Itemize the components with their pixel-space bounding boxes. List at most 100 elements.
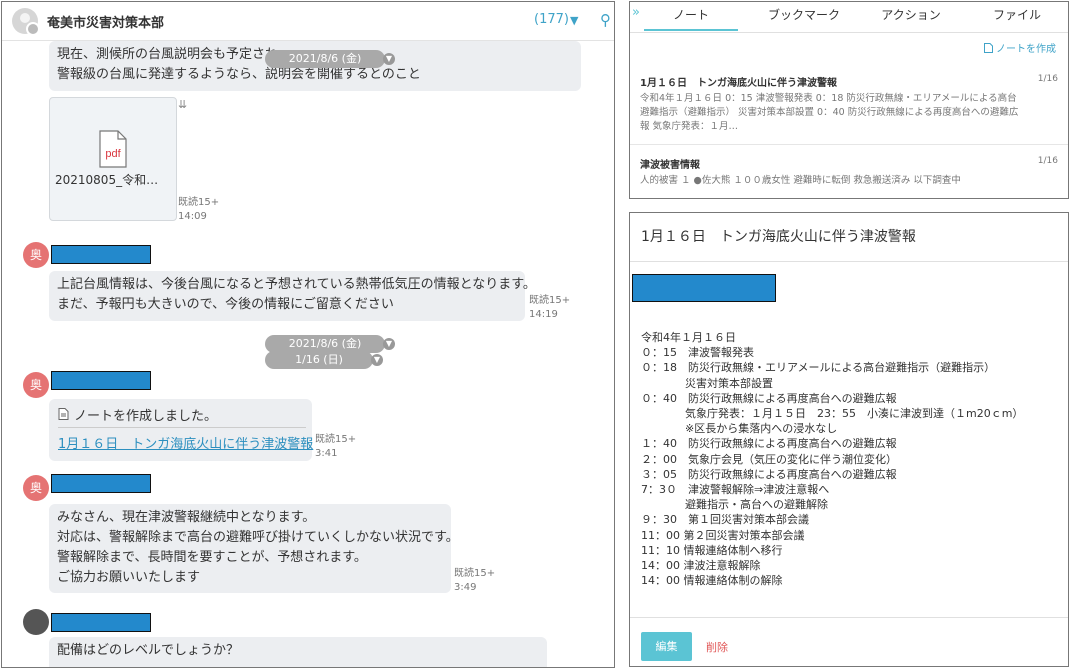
message-time: 14:09 (178, 211, 207, 222)
date-pill[interactable]: 2021/8/6 (金) (265, 50, 385, 68)
redacted-sender-name (51, 613, 151, 632)
pdf-icon-label: pdf (105, 148, 121, 160)
message-text: 配備はどのレベルでしょうか？ (57, 643, 240, 658)
note-detail-line: 11：00 第２回災害対策本部会議 (641, 528, 805, 542)
note-detail-line: ※区長から集落内への浸水なし (641, 422, 838, 436)
message-bubble: みなさん、現在津波警報継続中となります。 対応は、警報解除まで高台の避難呼び掛け… (49, 504, 459, 593)
note-list-item[interactable]: 津波被害情報 1/16 人的被害 １ ●佐大熊 １００歳女性 避難時に転倒 救急… (630, 156, 1068, 188)
note-list-item[interactable]: 1月１６日 トンガ海底火山に伴う津波警報 1/16 令和4年１月１６日 0：15… (630, 74, 1068, 134)
note-message: ノートを作成しました。 1月１６日 トンガ海底火山に伴う津波警報 (49, 399, 313, 461)
note-detail-line: 7：3０ 津波警報解除⇒津波注意報へ (641, 483, 830, 497)
chevron-down-icon[interactable]: ▼ (570, 14, 578, 27)
message-text: 対応は、警報解除まで高台の避難呼び掛けていくしかない状況です。 (57, 530, 459, 545)
read-status: 既読15+ 3:49 (454, 567, 495, 595)
note-detail-line: ９：30 第１回災害対策本部会議 (641, 513, 809, 527)
note-item-text: 報 気象庁発表：１月… (640, 121, 739, 132)
read-count: 既読15+ (454, 568, 496, 579)
note-detail-line: １：40 防災行政無線による再度高台への避難広報 (641, 437, 897, 451)
active-tab-indicator (644, 29, 738, 31)
divider (630, 261, 1068, 262)
message-time: 14:19 (529, 309, 558, 320)
message-time: 3:49 (454, 582, 477, 593)
chevron-down-icon[interactable]: ▼ (383, 338, 395, 350)
note-detail-line: 14：00 津波注意報解除 (641, 559, 761, 573)
note-detail-body: 令和4年１月１６日 ０：15 津波警報発表 ０：18 防災行政無線・エリアメールによ… (641, 330, 1023, 588)
tab-bar: » ノート ブックマーク アクション ファイル (630, 2, 1068, 33)
tab-bookmarks[interactable]: ブックマーク (754, 6, 854, 23)
note-created-text: ノートを作成しました。 (74, 409, 218, 424)
read-status: 既読15+ 14:09 (178, 196, 219, 224)
message-text: ご協力お願いいたします (57, 570, 201, 585)
divider (58, 427, 306, 428)
note-item-body: 人的被害 １ ●佐大熊 １００歳女性 避難時に転倒 救急搬送済み 以下調査中 (640, 174, 1058, 188)
note-item-body: 令和4年１月１６日 0：15 津波警報発表 0：18 防災行政無線・エリアメール… (640, 92, 1058, 134)
note-detail-line: 災害対策本部設置 (641, 376, 773, 390)
collapse-icon[interactable]: » (632, 5, 640, 20)
avatar[interactable]: 奥 (23, 475, 49, 501)
message-text: 上記台風情報は、今後台風になると予想されている熱帯低気圧の情報となります。 (57, 277, 536, 292)
read-count: 既読15+ (178, 197, 220, 208)
note-detail-line: 避難指示・高台への避難解除 (641, 498, 828, 512)
read-status: 既読15+ 3:41 (315, 433, 356, 461)
read-count: 既読15+ (529, 295, 571, 306)
note-detail-line: 気象庁発表：１月１５日 23：55 小湊に津波到達（１m20ｃm） (641, 407, 1024, 421)
search-icon[interactable]: ⚲ (600, 11, 611, 29)
redacted-sender-name (51, 371, 151, 390)
note-detail-line: 令和4年１月１６日 (641, 331, 736, 344)
note-detail-title: 1月１６日 トンガ海底火山に伴う津波警報 (641, 229, 916, 245)
note-icon (983, 43, 993, 53)
notes-panel: » ノート ブックマーク アクション ファイル ノートを作成 1月１６日 トンガ… (629, 1, 1069, 199)
edit-button[interactable]: 編集 (641, 632, 692, 661)
file-name: 20210805_令和… (55, 173, 159, 187)
chat-panel: 奄美市災害対策本部 (177) ▼ ⚲ 現在、測候所の台風説明会も予定され 警報… (1, 1, 615, 668)
avatar[interactable] (23, 609, 49, 635)
redacted-sender-name (51, 474, 151, 493)
note-detail-line: 14：00 情報連絡体制の解除 (641, 574, 783, 588)
note-item-title: 津波被害情報 (640, 160, 700, 171)
note-link[interactable]: 1月１６日 トンガ海底火山に伴う津波警報 (58, 433, 313, 452)
read-status: 既読15+ 14:19 (529, 294, 570, 322)
note-item-text: 避難指示（避難指示） 災害対策本部設置 0：40 防災行政無線による再度高台への… (640, 107, 1019, 118)
tab-files[interactable]: ファイル (970, 6, 1064, 23)
room-avatar[interactable] (12, 8, 40, 36)
chat-header: 奄美市災害対策本部 (177) ▼ ⚲ (2, 2, 614, 41)
avatar[interactable]: 奥 (23, 372, 49, 398)
redacted-sender-name (51, 245, 151, 264)
create-note-label: ノートを作成 (996, 44, 1056, 55)
file-attachment[interactable]: pdf 20210805_令和… (49, 97, 177, 221)
message-text: まだ、予報円も大きいので、今後の情報にご留意ください (57, 297, 394, 312)
date-pill[interactable]: 1/16 (日) (265, 351, 373, 369)
chevron-down-icon[interactable]: ▼ (383, 53, 395, 65)
note-detail-line: ０：40 防災行政無線による再度高台への避難広報 (641, 391, 897, 405)
chevron-down-icon[interactable]: ▼ (371, 354, 383, 366)
message-bubble: 上記台風情報は、今後台風になると予想されている熱帯低気圧の情報となります。 まだ… (49, 271, 536, 321)
note-detail-line: ２：00 気象庁会見（気圧の変化に伴う潮位変化） (641, 452, 897, 466)
note-item-date: 1/16 (1037, 156, 1058, 166)
delete-button[interactable]: 削除 (706, 639, 728, 655)
redacted-author (632, 274, 776, 302)
note-item-text: 人的被害 １ ●佐大熊 １００歳女性 避難時に転倒 救急搬送済み 以下調査中 (640, 175, 961, 186)
create-note-button[interactable]: ノートを作成 (983, 40, 1056, 55)
note-item-date: 1/16 (1037, 74, 1058, 84)
note-detail-line: ０：15 津波警報発表 (641, 346, 754, 360)
pdf-file-icon: pdf (99, 130, 127, 168)
tab-notes[interactable]: ノート (644, 6, 738, 23)
message-text: 警報級の台風に発達するようなら、説明会を開催するとのこと (57, 67, 421, 82)
note-detail-line: ０：18 防災行政無線・エリアメールによる高台避難指示（避難指示） (641, 361, 996, 375)
room-title: 奄美市災害対策本部 (47, 16, 165, 31)
message-bubble: 配備はどのレベルでしょうか？ (49, 637, 547, 667)
note-detail-panel: 1月１６日 トンガ海底火山に伴う津波警報 令和4年１月１６日 ０：15 津波警報発… (629, 212, 1069, 667)
divider (630, 144, 1068, 145)
member-count[interactable]: (177) (534, 12, 569, 27)
message-text: みなさん、現在津波警報継続中となります。 (57, 510, 316, 525)
note-icon (58, 408, 69, 420)
expand-icon[interactable]: ⇊ (178, 98, 187, 111)
note-item-text: 令和4年１月１６日 0：15 津波警報発表 0：18 防災行政無線・エリアメール… (640, 93, 1017, 104)
tab-actions[interactable]: アクション (864, 6, 958, 23)
note-item-title: 1月１６日 トンガ海底火山に伴う津波警報 (640, 78, 837, 89)
message-text: 警報解除まで、長時間を要すことが、予想されます。 (57, 550, 367, 565)
note-detail-line: ３：05 防災行政無線による再度高台への避難広報 (641, 467, 897, 481)
read-count: 既読15+ (315, 434, 357, 445)
avatar[interactable]: 奥 (23, 242, 49, 268)
note-detail-line: 11：10 情報連絡体制へ移行 (641, 543, 783, 557)
